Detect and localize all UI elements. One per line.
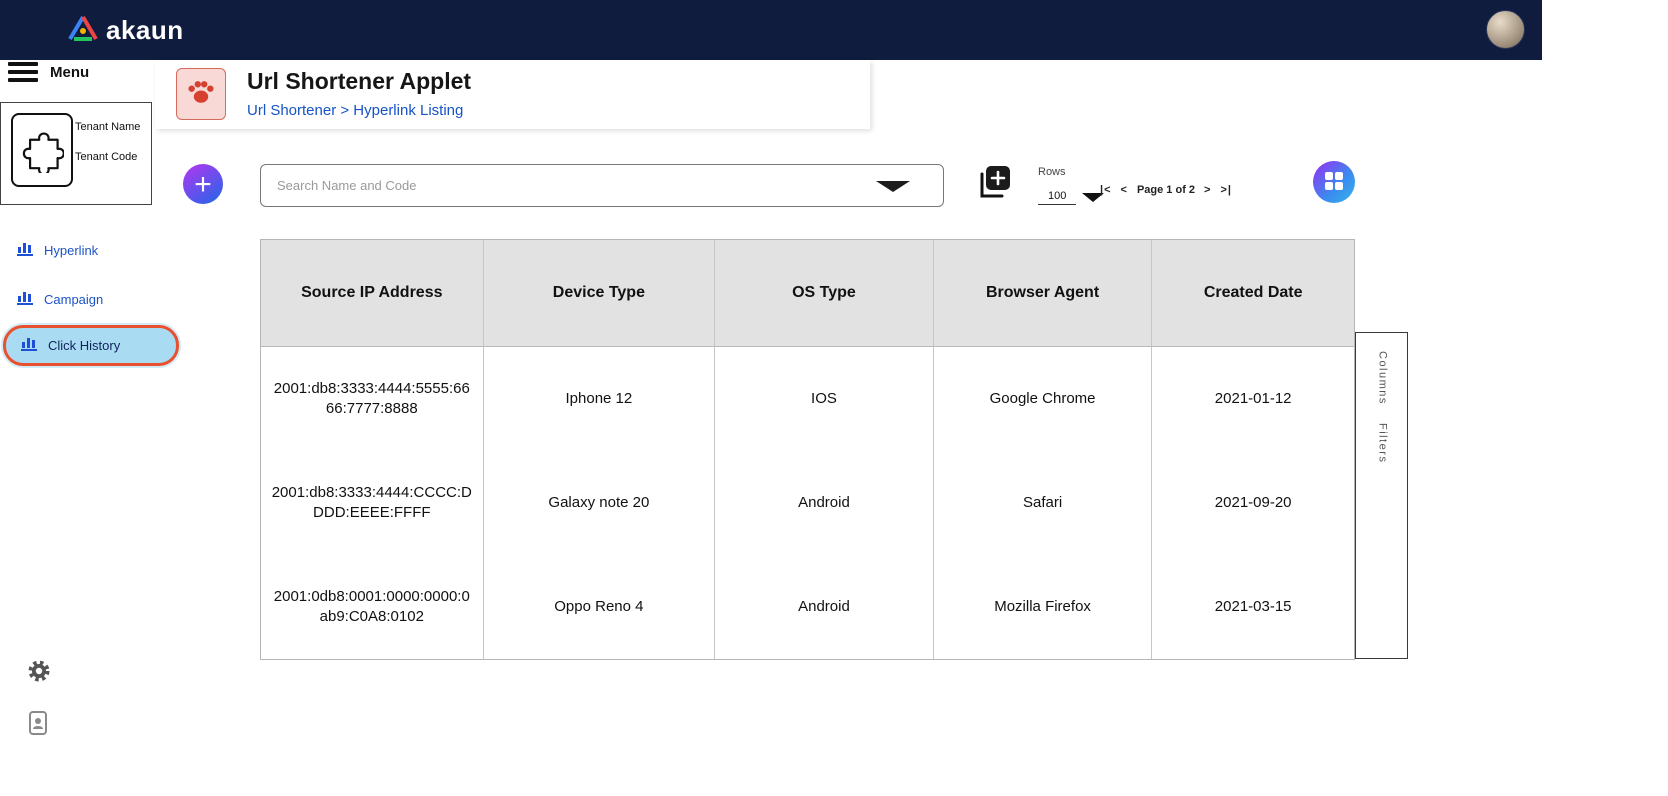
sidebar-item-label: Hyperlink: [44, 243, 99, 258]
contact-card-icon: [27, 711, 49, 740]
pagination: |< < Page 1 of 2 > >|: [1100, 184, 1232, 196]
settings-button[interactable]: [26, 658, 52, 689]
menu-toggle[interactable]: Menu: [8, 62, 89, 82]
sidebar-item-click-history[interactable]: Click History: [3, 325, 179, 366]
hamburger-icon: [8, 62, 38, 82]
page: akaun Menu Tenant Name Tenant Code Hyper…: [0, 0, 1668, 796]
filters-tab[interactable]: Filters: [1375, 423, 1389, 463]
search-input[interactable]: [260, 164, 944, 207]
brand-logo: akaun: [68, 15, 184, 46]
column-header: Source IP Address: [261, 240, 484, 346]
cell-source-ip: 2001:0db8:0001:0000:0000:0ab9:C0A8:0102: [261, 555, 484, 659]
cell-device-type: Galaxy note 20: [484, 451, 716, 555]
page-indicator: Page 1 of 2: [1136, 184, 1196, 196]
copy-add-button[interactable]: [973, 162, 1013, 209]
tenant-labels: Tenant Name Tenant Code: [75, 121, 140, 163]
search-box: [260, 164, 944, 207]
user-avatar[interactable]: [1486, 10, 1525, 49]
cell-os-type: Android: [715, 451, 934, 555]
column-header: Created Date: [1203, 284, 1303, 302]
cell-browser-agent: Google Chrome: [934, 347, 1153, 451]
click-history-table: Source IP Address Device Type OS Type Br…: [260, 239, 1355, 660]
table-options-panel: Columns Filters: [1355, 332, 1408, 659]
cell-device-type: Iphone 12: [484, 347, 716, 451]
cell-os-type: Android: [715, 555, 934, 659]
column-header: Device Type: [484, 240, 716, 346]
cell-source-ip: 2001:db8:3333:4444:CCCC:DDDD:EEEE:FFFF: [261, 451, 484, 555]
sidebar-item-campaign[interactable]: Campaign: [16, 288, 103, 311]
table-row[interactable]: 2001:db8:3333:4444:5555:6666:7777:8888 I…: [261, 347, 1354, 451]
next-page-button[interactable]: >: [1204, 184, 1211, 196]
copy-plus-icon: [973, 166, 1013, 208]
cell-source-ip: 2001:db8:3333:4444:5555:6666:7777:8888: [261, 347, 484, 451]
prev-page-button[interactable]: <: [1121, 184, 1128, 196]
cell-browser-agent: Safari: [934, 451, 1153, 555]
grid-icon: [1324, 171, 1344, 194]
applet-header: Url Shortener Applet Url Shortener > Hyp…: [155, 60, 870, 129]
column-header: Browser Agent: [934, 240, 1153, 346]
brand-name: akaun: [106, 14, 184, 45]
first-page-button[interactable]: |<: [1100, 184, 1112, 196]
page-title: Url Shortener Applet: [247, 68, 472, 94]
gear-icon: [26, 660, 52, 688]
cell-created-date: 2021-09-20: [1214, 493, 1292, 511]
applet-logo: [176, 68, 226, 120]
cell-created-date: 2021-01-12: [1214, 389, 1292, 407]
cell-created-date: 2021-03-15: [1214, 597, 1292, 615]
bar-chart-icon: [20, 334, 38, 357]
sidebar-item-label: Campaign: [44, 292, 104, 307]
paw-icon: [185, 77, 217, 112]
puzzle-icon: [20, 123, 65, 178]
table-row[interactable]: 2001:db8:3333:4444:CCCC:DDDD:EEEE:FFFF G…: [261, 451, 1354, 555]
tenant-logo-frame: [11, 113, 73, 187]
plus-icon: +: [194, 167, 212, 201]
last-page-button[interactable]: >|: [1220, 184, 1232, 196]
tenant-code-label: Tenant Code: [75, 151, 138, 163]
rows-value: 100: [1038, 190, 1077, 205]
contact-card-button[interactable]: [27, 710, 49, 741]
tenant-name-label: Tenant Name: [75, 121, 141, 133]
bar-chart-icon: [16, 288, 34, 311]
cell-os-type: IOS: [715, 347, 934, 451]
breadcrumb[interactable]: Url Shortener > Hyperlink Listing: [247, 102, 463, 119]
bar-chart-icon: [16, 239, 34, 262]
grid-view-button[interactable]: [1313, 161, 1355, 203]
cell-browser-agent: Mozilla Firefox: [934, 555, 1153, 659]
akaun-triangle-logo-icon: [68, 15, 98, 46]
table-row[interactable]: 2001:0db8:0001:0000:0000:0ab9:C0A8:0102 …: [261, 555, 1354, 659]
sidebar-item-hyperlink[interactable]: Hyperlink: [16, 239, 98, 262]
topbar: akaun: [0, 0, 1542, 60]
column-header: OS Type: [715, 240, 934, 346]
menu-label: Menu: [50, 63, 90, 81]
rows-per-page: Rows 100: [1038, 166, 1105, 205]
search-dropdown-caret-icon[interactable]: [876, 181, 910, 192]
add-button[interactable]: +: [183, 164, 223, 204]
rows-label: Rows: [1038, 166, 1066, 178]
rows-select[interactable]: 100: [1038, 190, 1105, 205]
table-header-row: Source IP Address Device Type OS Type Br…: [261, 240, 1354, 347]
tenant-box[interactable]: Tenant Name Tenant Code: [0, 102, 152, 205]
cell-device-type: Oppo Reno 4: [484, 555, 716, 659]
columns-tab[interactable]: Columns: [1375, 351, 1389, 405]
sidebar-item-label: Click History: [48, 338, 121, 353]
